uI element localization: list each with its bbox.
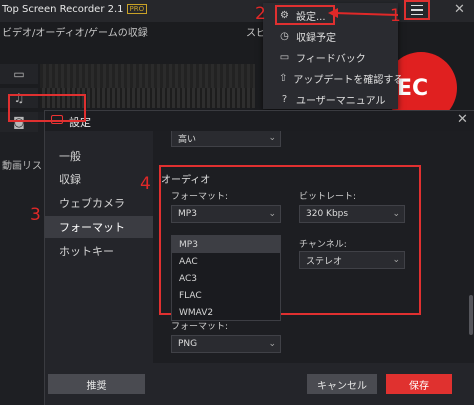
chevron-down-icon: ⌄	[392, 209, 400, 219]
dialog-titlebar: 設定 ✕	[45, 111, 474, 131]
nav-format[interactable]: フォーマット	[45, 216, 153, 238]
menu-item-feedback[interactable]: ▭ フィードバック	[263, 47, 398, 67]
settings-sidebar: 一般 収録 ウェブカメラ フォーマット ホットキー	[45, 131, 153, 383]
upload-icon: ⇧	[279, 72, 288, 84]
format-option[interactable]: MP3	[172, 236, 280, 253]
nav-recording[interactable]: 収録	[45, 168, 153, 190]
hamburger-menu-button[interactable]	[404, 0, 430, 20]
audio-section-title: オーディオ	[161, 175, 211, 186]
app-titlebar: Top Screen Recorder 2.1 PRO ✕	[0, 0, 474, 22]
chevron-down-icon: ⌄	[392, 255, 400, 265]
gear-icon: ⚙	[280, 9, 289, 21]
dialog-close-icon[interactable]: ✕	[457, 112, 468, 127]
save-button[interactable]: 保存	[386, 374, 452, 394]
annotation-4: 4	[140, 174, 151, 194]
menu-item-update[interactable]: ⇧ アップデートを確認する	[263, 68, 403, 88]
app-title: Top Screen Recorder 2.1 PRO	[2, 4, 148, 15]
channel-label: チャンネル:	[299, 240, 347, 250]
menu-item-manual[interactable]: ? ユーザーマニュアル	[263, 89, 398, 109]
settings-content: 高い ⌄ オーディオ フォーマット: MP3 ⌄ ビットレート: 320 Kbps ⌄…	[153, 131, 474, 383]
chevron-down-icon: ⌄	[268, 339, 276, 349]
format-option[interactable]: FLAC	[172, 287, 280, 304]
menu-item-settings[interactable]: ⚙ 設定...	[275, 5, 335, 25]
bitrate-label: ビットレート:	[299, 192, 357, 202]
monitor-tab-icon[interactable]: ▭	[0, 64, 38, 84]
audio-format-options: MP3 AAC AC3 FLAC WMAV2	[171, 235, 281, 321]
format-option[interactable]: AAC	[172, 253, 280, 270]
audio-format-select[interactable]: MP3 ⌄	[171, 205, 281, 223]
bitrate-select[interactable]: 320 Kbps ⌄	[299, 205, 405, 223]
format-nav-highlight	[8, 94, 86, 122]
menu-item-schedule[interactable]: ◷ 収録予定	[263, 26, 398, 46]
app-close-icon[interactable]: ✕	[454, 2, 465, 17]
nav-hotkey[interactable]: ホットキー	[45, 240, 153, 262]
annotation-arrow	[328, 8, 399, 18]
channel-select[interactable]: ステレオ ⌄	[299, 251, 405, 269]
image-format-select[interactable]: PNG ⌄	[171, 335, 281, 353]
default-button[interactable]: 推奨	[48, 374, 145, 394]
chevron-down-icon: ⌄	[268, 133, 276, 143]
annotation-2: 2	[255, 4, 266, 24]
dialog-footer: 推奨 キャンセル 保存	[45, 363, 474, 405]
format-option[interactable]: AC3	[172, 270, 280, 287]
content-scrollbar[interactable]	[469, 295, 473, 335]
help-icon: ?	[281, 93, 288, 105]
annotation-3: 3	[30, 205, 41, 225]
chevron-down-icon: ⌄	[268, 209, 276, 219]
clock-icon: ◷	[280, 30, 289, 42]
capture-section-label: ビデオ/オーディオ/ゲームの収録	[2, 28, 148, 39]
image-format-label: フォーマット:	[171, 322, 229, 332]
quality-select[interactable]: 高い ⌄	[171, 131, 281, 147]
pro-badge: PRO	[126, 4, 148, 14]
chat-icon: ▭	[279, 51, 290, 63]
nav-webcam[interactable]: ウェブカメラ	[45, 192, 153, 214]
cancel-button[interactable]: キャンセル	[307, 374, 377, 394]
settings-dialog: 設定 ✕ 一般 収録 ウェブカメラ フォーマット ホットキー 高い ⌄ オーディオ…	[44, 110, 474, 405]
audio-format-label: フォーマット:	[171, 192, 229, 202]
nav-general[interactable]: 一般	[45, 145, 153, 167]
